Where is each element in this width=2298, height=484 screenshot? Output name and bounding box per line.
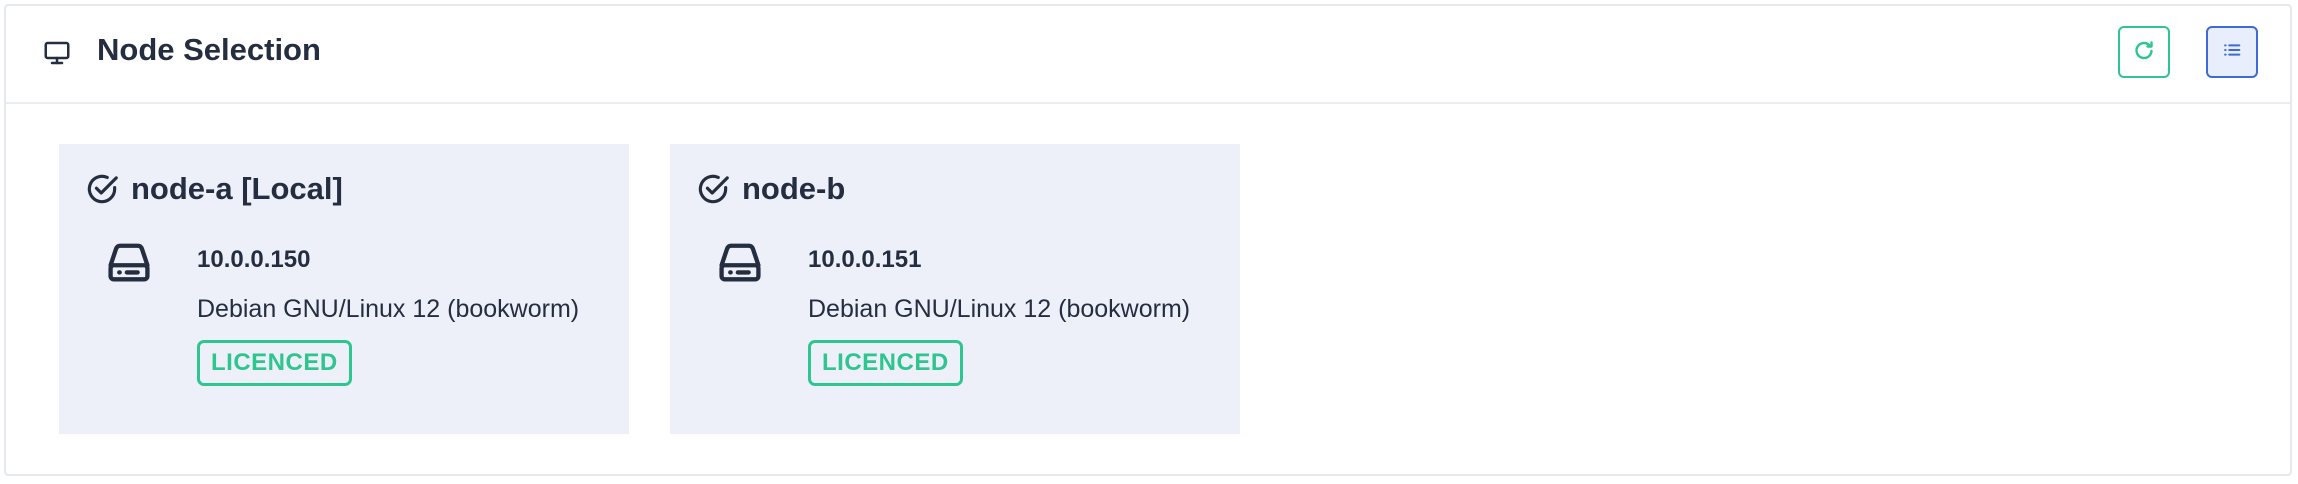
node-selection-panel: Node Selection node-a [Local] 10.0.0.150… [4, 4, 2292, 476]
check-circle-icon [694, 170, 732, 208]
node-card-node-b[interactable]: node-b 10.0.0.151 Debian GNU/Linux 12 (b… [670, 144, 1240, 434]
panel-header: Node Selection [6, 6, 2290, 104]
node-ip: 10.0.0.150 [197, 246, 311, 273]
node-title: node-a [Local] [131, 171, 343, 206]
node-card-header: node-a [Local] [83, 170, 343, 208]
node-ip: 10.0.0.151 [808, 246, 922, 273]
check-circle-icon [83, 170, 121, 208]
hard-drive-icon [714, 236, 766, 288]
refresh-icon [2132, 38, 2156, 67]
license-badge: LICENCED [197, 340, 352, 386]
node-card-node-a[interactable]: node-a [Local] 10.0.0.150 Debian GNU/Lin… [59, 144, 629, 434]
node-os: Debian GNU/Linux 12 (bookworm) [808, 295, 1191, 323]
monitor-icon [42, 38, 72, 68]
refresh-button[interactable] [2118, 26, 2170, 78]
license-badge: LICENCED [808, 340, 963, 386]
node-title: node-b [742, 171, 846, 206]
node-card-header: node-b [694, 170, 845, 208]
list-view-button[interactable] [2206, 26, 2258, 78]
hard-drive-icon [103, 236, 155, 288]
list-icon [2221, 39, 2243, 66]
node-os: Debian GNU/Linux 12 (bookworm) [197, 295, 580, 323]
page-title: Node Selection [97, 32, 321, 67]
